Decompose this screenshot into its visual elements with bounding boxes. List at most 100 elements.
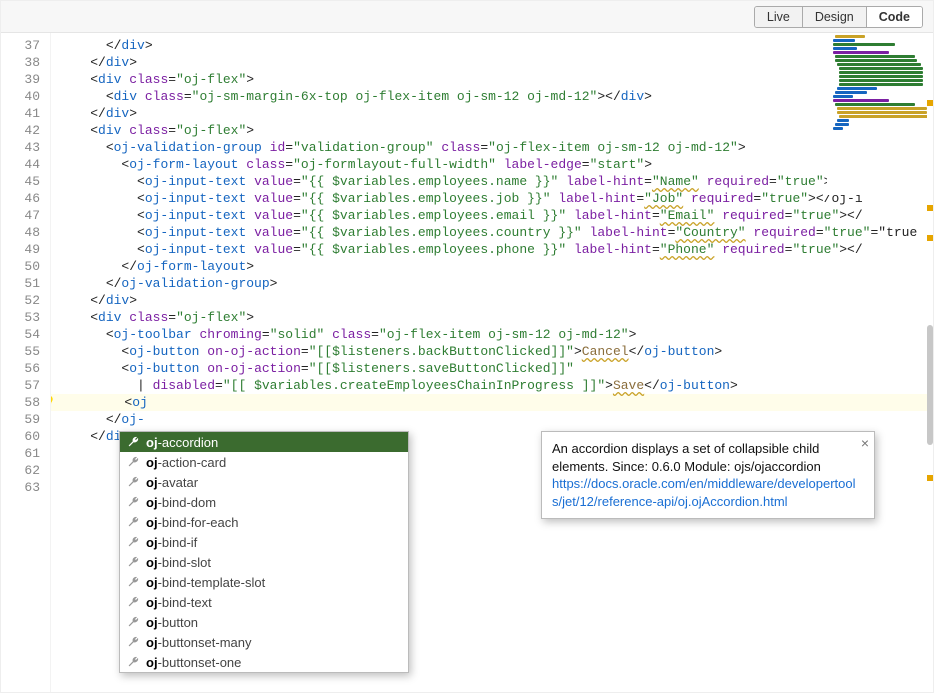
code-line: <div class="oj-flex"> xyxy=(59,122,933,139)
autocomplete-item[interactable]: oj-avatar xyxy=(120,472,408,492)
code-tab[interactable]: Code xyxy=(867,7,922,27)
wrench-icon xyxy=(126,635,140,649)
minimap-line xyxy=(835,59,917,62)
documentation-link[interactable]: https://docs.oracle.com/en/middleware/de… xyxy=(552,476,856,509)
minimap-line xyxy=(833,99,889,102)
autocomplete-item[interactable]: oj-buttonset-many xyxy=(120,632,408,652)
autocomplete-label: oj-bind-for-each xyxy=(146,515,239,530)
code-line: <div class="oj-flex"> xyxy=(59,71,933,88)
code-line: </div> xyxy=(59,54,933,71)
code-line: </div> xyxy=(59,37,933,54)
view-switcher-toolbar: Live Design Code xyxy=(1,1,933,33)
line-number: 57 xyxy=(1,377,40,394)
minimap-line xyxy=(833,47,857,50)
minimap-line xyxy=(839,79,923,82)
design-tab[interactable]: Design xyxy=(803,7,867,27)
line-number: 52 xyxy=(1,292,40,309)
minimap-line xyxy=(835,91,867,94)
line-number: 62 xyxy=(1,462,40,479)
minimap-line xyxy=(837,63,921,66)
line-number: 48 xyxy=(1,224,40,241)
code-line: <oj-input-text value="{{ $variables.empl… xyxy=(59,241,933,258)
code-line: <oj-input-text value="{{ $variables.empl… xyxy=(59,224,933,241)
line-number: 54 xyxy=(1,326,40,343)
autocomplete-item[interactable]: oj-bind-dom xyxy=(120,492,408,512)
lightbulb-icon[interactable]: 💡 xyxy=(51,396,56,410)
line-number: 37 xyxy=(1,37,40,54)
code-line: </oj-validation-group> xyxy=(59,275,933,292)
minimap-line xyxy=(833,95,853,98)
minimap-line xyxy=(833,43,895,46)
autocomplete-item[interactable]: oj-bind-slot xyxy=(120,552,408,572)
wrench-icon xyxy=(126,575,140,589)
minimap-line xyxy=(839,75,923,78)
minimap-line xyxy=(839,71,923,74)
autocomplete-label: oj-accordion xyxy=(146,435,218,450)
line-number: 56 xyxy=(1,360,40,377)
autocomplete-label: oj-buttonset-one xyxy=(146,655,241,670)
line-number: 42 xyxy=(1,122,40,139)
autocomplete-popup[interactable]: oj-accordion oj-action-card oj-avatar oj-bi… xyxy=(119,431,409,673)
scrollbar-thumb[interactable] xyxy=(927,325,933,445)
wrench-icon xyxy=(126,555,140,569)
line-number: 44 xyxy=(1,156,40,173)
line-number: 53 xyxy=(1,309,40,326)
minimap-line xyxy=(833,127,843,130)
wrench-icon xyxy=(126,615,140,629)
autocomplete-item[interactable]: oj-button xyxy=(120,612,408,632)
autocomplete-label: oj-bind-if xyxy=(146,535,197,550)
minimap-line xyxy=(835,123,849,126)
wrench-icon xyxy=(126,475,140,489)
annotation-rail xyxy=(927,35,933,675)
code-line: <div class="oj-flex"> xyxy=(59,309,933,326)
autocomplete-item[interactable]: oj-accordion xyxy=(120,432,408,452)
warning-marker[interactable] xyxy=(927,235,933,241)
code-line: <oj-validation-group id="validation-grou… xyxy=(59,139,933,156)
live-tab[interactable]: Live xyxy=(755,7,803,27)
line-number: 51 xyxy=(1,275,40,292)
code-line: </oj-form-layout> xyxy=(59,258,933,275)
wrench-icon xyxy=(126,515,140,529)
minimap-line xyxy=(835,35,865,38)
minimap-line xyxy=(839,67,923,70)
autocomplete-label: oj-avatar xyxy=(146,475,198,490)
autocomplete-item[interactable]: oj-buttonset-one xyxy=(120,652,408,672)
line-number: 49 xyxy=(1,241,40,258)
minimap[interactable] xyxy=(827,35,927,195)
wrench-icon xyxy=(126,535,140,549)
warning-marker[interactable] xyxy=(927,100,933,106)
line-number: 38 xyxy=(1,54,40,71)
minimap-line xyxy=(833,51,889,54)
autocomplete-item[interactable]: oj-bind-if xyxy=(120,532,408,552)
minimap-line xyxy=(837,111,927,114)
line-number: 63 xyxy=(1,479,40,496)
line-number: 59 xyxy=(1,411,40,428)
autocomplete-item[interactable]: oj-action-card xyxy=(120,452,408,472)
autocomplete-item[interactable]: oj-bind-text xyxy=(120,592,408,612)
minimap-line xyxy=(837,87,877,90)
autocomplete-item[interactable]: oj-bind-for-each xyxy=(120,512,408,532)
line-number: 40 xyxy=(1,88,40,105)
wrench-icon xyxy=(126,495,140,509)
autocomplete-label: oj-button xyxy=(146,615,198,630)
minimap-line xyxy=(835,103,915,106)
line-number: 61 xyxy=(1,445,40,462)
documentation-tooltip: × An accordion displays a set of collaps… xyxy=(541,431,875,519)
close-icon[interactable]: × xyxy=(861,436,869,450)
documentation-text: An accordion displays a set of collapsib… xyxy=(552,441,821,474)
autocomplete-item[interactable]: oj-bind-template-slot xyxy=(120,572,408,592)
wrench-icon xyxy=(126,655,140,669)
code-line: 💡 <oj xyxy=(51,394,933,411)
autocomplete-label: oj-bind-template-slot xyxy=(146,575,265,590)
warning-marker[interactable] xyxy=(927,205,933,211)
code-line: | disabled="[[ $variables.createEmployee… xyxy=(59,377,933,394)
code-line: <oj-input-text value="{{ $variables.empl… xyxy=(59,173,933,190)
minimap-line xyxy=(837,119,849,122)
warning-marker[interactable] xyxy=(927,475,933,481)
autocomplete-label: oj-buttonset-many xyxy=(146,635,252,650)
line-number: 39 xyxy=(1,71,40,88)
wrench-icon xyxy=(126,595,140,609)
line-number-gutter: 3738394041424344454647484950515253545556… xyxy=(1,33,51,692)
autocomplete-label: oj-bind-dom xyxy=(146,495,216,510)
minimap-line xyxy=(833,39,855,42)
